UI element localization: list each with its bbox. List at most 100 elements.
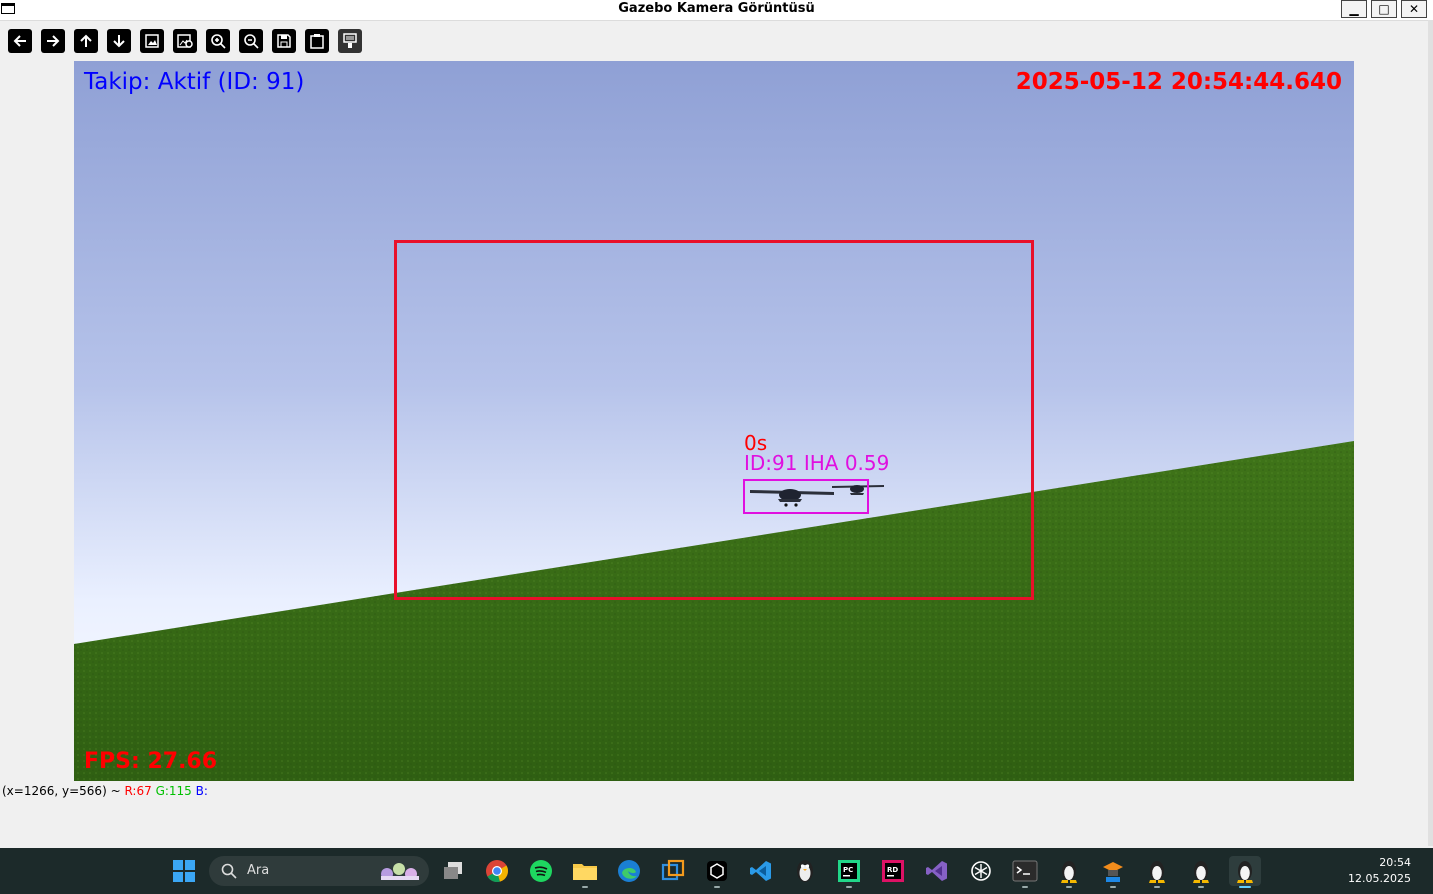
- taskbar-rider[interactable]: RD: [877, 856, 909, 886]
- unity-icon: [707, 861, 727, 881]
- pan-down-button[interactable]: [107, 29, 131, 53]
- taskbar-edge[interactable]: [613, 856, 645, 886]
- start-button[interactable]: [168, 856, 200, 886]
- running-indicator: [1198, 886, 1204, 888]
- maximize-icon: □: [1378, 2, 1390, 16]
- running-indicator: [1154, 886, 1160, 888]
- save-button[interactable]: [272, 29, 296, 53]
- taskbar-file-explorer[interactable]: [569, 856, 601, 888]
- taskbar-chrome[interactable]: [481, 856, 513, 886]
- taskbar-unity[interactable]: [701, 856, 733, 888]
- taskbar-spotify[interactable]: [525, 856, 557, 886]
- running-indicator: [846, 886, 852, 888]
- search-region-box: [394, 240, 1034, 600]
- pan-right-button[interactable]: [41, 29, 65, 53]
- taskbar-terminal[interactable]: [1009, 856, 1041, 888]
- red-value: R:67: [124, 784, 152, 798]
- taskbar-linux-4-active[interactable]: [1229, 856, 1261, 888]
- green-value: G:115: [155, 784, 192, 798]
- arrow-right-icon: [47, 35, 60, 47]
- arrow-down-icon: [113, 35, 125, 48]
- fps-counter: FPS: 27.66: [84, 749, 218, 774]
- taskbar: Ara PC RD 20:54 12.05.2025: [0, 848, 1433, 894]
- minimize-icon: ▁: [1349, 2, 1359, 16]
- arrow-left-icon: [13, 35, 26, 47]
- taskbar-app-blue[interactable]: [657, 856, 689, 886]
- zoom-original-button[interactable]: [173, 29, 197, 53]
- window-frame: [1428, 20, 1433, 846]
- camera-view[interactable]: Takip: Aktif (ID: 91) 2025-05-12 20:54:4…: [74, 61, 1354, 781]
- linux-tux-icon: [1237, 861, 1253, 883]
- running-indicator: [1066, 886, 1072, 888]
- vscode-icon: [750, 861, 771, 881]
- properties-button[interactable]: [338, 29, 362, 53]
- image-zoom-icon: [177, 34, 193, 48]
- arrow-up-icon: [80, 34, 92, 47]
- graduation-cap-icon: [1103, 862, 1123, 882]
- folder-icon: [573, 864, 597, 880]
- linux-tux-icon: [1149, 861, 1165, 883]
- tracking-status: Takip: Aktif (ID: 91): [84, 69, 305, 95]
- clock-time: 20:54: [1379, 856, 1411, 869]
- running-indicator: [582, 886, 588, 888]
- app-windows-icon: [661, 859, 685, 881]
- taskbar-penguin-app[interactable]: [789, 856, 821, 886]
- copy-button[interactable]: [305, 29, 329, 53]
- zoom-out-button[interactable]: [239, 29, 263, 53]
- timestamp: 2025-05-12 20:54:44.640: [1015, 69, 1342, 95]
- zoom-in-button[interactable]: [206, 29, 230, 53]
- linux-tux-icon: [1061, 861, 1077, 883]
- pycharm-icon: PC: [838, 860, 860, 882]
- window-title: Gazebo Kamera Görüntüsü: [618, 1, 815, 16]
- terminal-icon: [1012, 860, 1038, 882]
- taskbar-linux-2[interactable]: [1141, 856, 1173, 888]
- chrome-icon: [486, 860, 508, 883]
- search-highlight-icon: [381, 863, 419, 880]
- clipboard-icon: [310, 34, 324, 49]
- properties-icon: [343, 33, 357, 48]
- windows-logo-icon: [173, 860, 195, 882]
- svg-text:PC: PC: [843, 866, 853, 874]
- zoom-fit-button[interactable]: [140, 29, 164, 53]
- edge-icon: [618, 860, 640, 882]
- task-view-icon: [444, 862, 462, 879]
- taskbar-visual-studio[interactable]: [921, 856, 953, 886]
- penguin-icon: [797, 860, 813, 882]
- running-indicator: [1022, 886, 1028, 888]
- chatgpt-icon: [971, 861, 991, 881]
- minimize-button[interactable]: ▁: [1341, 0, 1367, 18]
- visual-studio-icon: [926, 861, 947, 881]
- detection-box: [743, 479, 869, 514]
- taskbar-pycharm[interactable]: PC: [833, 856, 865, 888]
- running-indicator: [1110, 886, 1116, 888]
- svg-text:RD: RD: [887, 866, 898, 874]
- detection-label: ID:91 IHA 0.59: [744, 451, 890, 475]
- pan-up-button[interactable]: [74, 29, 98, 53]
- taskbar-clock[interactable]: 20:54 12.05.2025: [1348, 855, 1411, 887]
- pan-left-button[interactable]: [8, 29, 32, 53]
- save-icon: [277, 34, 291, 48]
- image-icon: [145, 34, 159, 48]
- zoom-out-icon: [244, 34, 259, 49]
- spotify-icon: [530, 860, 552, 882]
- maximize-button[interactable]: □: [1371, 0, 1397, 18]
- running-indicator: [714, 886, 720, 888]
- taskbar-linux-1[interactable]: [1053, 856, 1085, 888]
- rider-icon: RD: [882, 860, 904, 882]
- taskbar-app-orange[interactable]: [1097, 856, 1129, 888]
- blue-value: B:: [195, 784, 208, 798]
- close-button[interactable]: ✕: [1401, 0, 1427, 18]
- close-icon: ✕: [1408, 2, 1420, 16]
- taskbar-chatgpt[interactable]: [965, 856, 997, 886]
- search-placeholder: Ara: [247, 863, 270, 878]
- cursor-coords: (x=1266, y=566) ~: [2, 784, 121, 798]
- title-bar: Gazebo Kamera Görüntüsü ▁ □ ✕: [0, 0, 1433, 21]
- search-icon: [221, 863, 237, 879]
- taskbar-task-view[interactable]: [437, 856, 469, 886]
- clock-date: 12.05.2025: [1348, 872, 1411, 885]
- pixel-info-status: (x=1266, y=566) ~ R:67 G:115 B:: [2, 784, 208, 798]
- taskbar-linux-3[interactable]: [1185, 856, 1217, 888]
- linux-tux-icon: [1193, 861, 1209, 883]
- taskbar-search[interactable]: Ara: [209, 856, 429, 886]
- taskbar-vscode[interactable]: [745, 856, 777, 886]
